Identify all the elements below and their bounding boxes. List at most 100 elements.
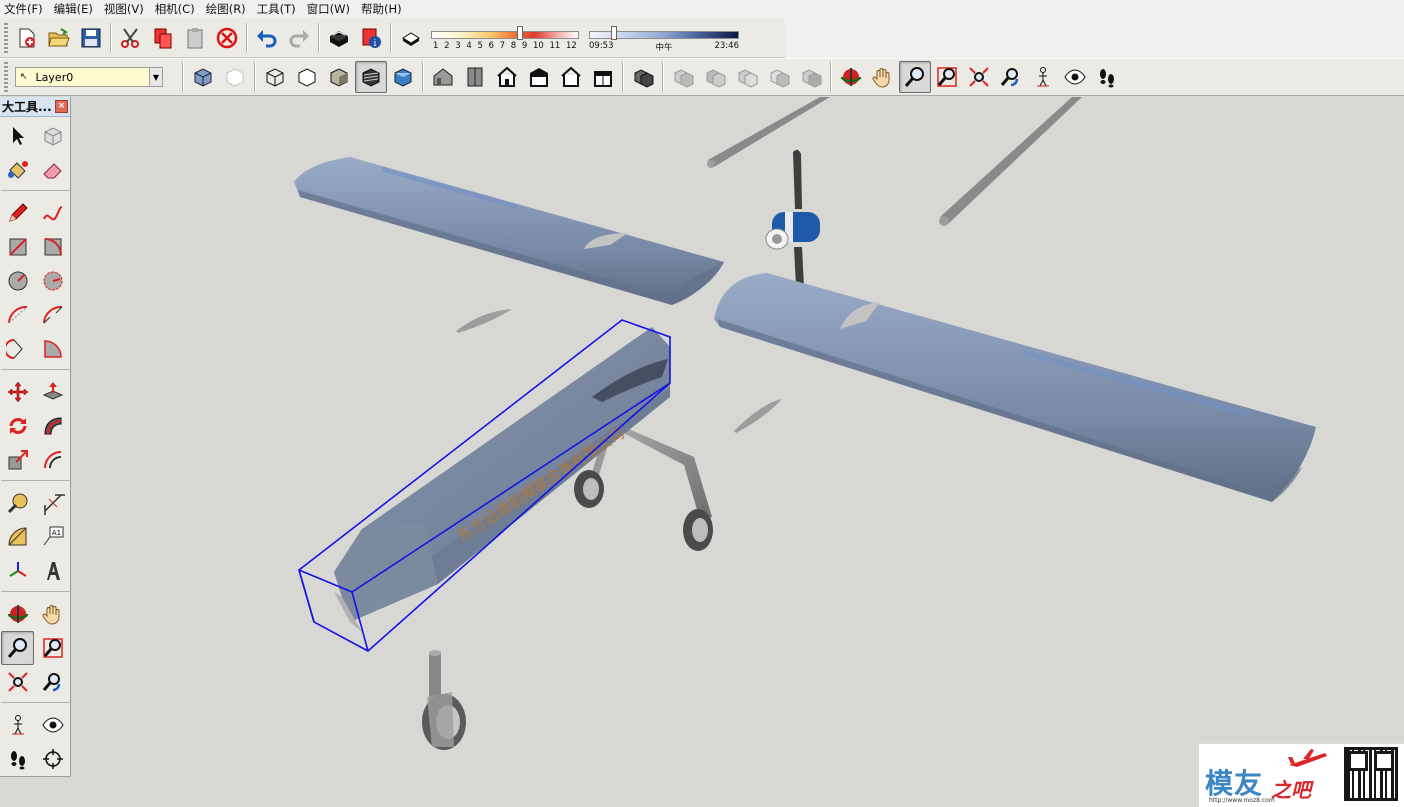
position-camera-tool[interactable] xyxy=(1,708,34,742)
previous-view-button[interactable] xyxy=(995,61,1027,93)
shaded-button[interactable] xyxy=(323,61,355,93)
menu-draw[interactable]: 绘图(R) xyxy=(202,0,253,18)
protractor-tool[interactable] xyxy=(1,520,34,554)
two-point-arc-tool[interactable] xyxy=(36,298,69,332)
layer-dropdown[interactable]: ↖ Layer0 ▼ xyxy=(15,67,163,87)
union-button[interactable] xyxy=(667,61,699,93)
3d-text-tool[interactable] xyxy=(36,554,69,588)
back-edges-button[interactable] xyxy=(219,61,251,93)
paint-bucket-icon xyxy=(7,161,28,179)
front-view-button[interactable] xyxy=(491,61,523,93)
wireframe-button[interactable] xyxy=(259,61,291,93)
left-view-button[interactable] xyxy=(587,61,619,93)
erase-button[interactable] xyxy=(211,22,243,54)
three-point-arc-tool[interactable] xyxy=(1,332,34,366)
look-around-tool[interactable] xyxy=(36,708,69,742)
split-button[interactable] xyxy=(795,61,827,93)
follow-me-tool[interactable] xyxy=(36,409,69,443)
xray-button[interactable] xyxy=(187,61,219,93)
look-around-button[interactable] xyxy=(1059,61,1091,93)
paste-button[interactable] xyxy=(179,22,211,54)
outer-shell-button[interactable] xyxy=(627,61,659,93)
hidden-line-button[interactable] xyxy=(291,61,323,93)
copy-button[interactable] xyxy=(147,22,179,54)
offset-tool[interactable] xyxy=(36,443,69,477)
menu-file[interactable]: 文件(F) xyxy=(0,0,50,18)
circle-tool[interactable] xyxy=(1,264,34,298)
print-button[interactable] xyxy=(323,22,355,54)
menu-edit[interactable]: 编辑(E) xyxy=(50,0,100,18)
paint-bucket-tool[interactable] xyxy=(1,153,34,187)
right-view-button[interactable] xyxy=(523,61,555,93)
zoom-extents-tool[interactable] xyxy=(1,665,34,699)
toolbar-grip[interactable] xyxy=(4,62,8,92)
back-view-button[interactable] xyxy=(555,61,587,93)
zoom-window-tool[interactable] xyxy=(36,631,69,665)
eye-icon xyxy=(41,717,64,733)
section-plane-icon xyxy=(42,749,63,769)
palette-titlebar[interactable]: 大工具... × xyxy=(0,97,70,117)
orbit-button[interactable] xyxy=(835,61,867,93)
pan-button[interactable] xyxy=(867,61,899,93)
position-camera-button[interactable] xyxy=(1027,61,1059,93)
dimension-tool[interactable] xyxy=(36,486,69,520)
zoom-extents-button[interactable] xyxy=(963,61,995,93)
section-plane-tool[interactable] xyxy=(36,742,69,776)
zoom-window-button[interactable] xyxy=(931,61,963,93)
scale-tool[interactable] xyxy=(1,443,34,477)
zoom-tool[interactable] xyxy=(1,631,34,665)
make-component-tool[interactable] xyxy=(36,119,69,153)
move-tool[interactable] xyxy=(1,375,34,409)
toolbar-grip[interactable] xyxy=(4,22,8,53)
menu-camera[interactable]: 相机(C) xyxy=(151,0,202,18)
rotated-rectangle-tool[interactable] xyxy=(36,230,69,264)
menu-window[interactable]: 窗口(W) xyxy=(303,0,357,18)
model-info-button[interactable]: i xyxy=(355,22,387,54)
line-tool[interactable] xyxy=(1,196,34,230)
text-tool[interactable]: A1 xyxy=(36,520,69,554)
shaded-textures-button[interactable] xyxy=(355,61,387,93)
shadow-toggle-button[interactable] xyxy=(395,22,427,54)
save-button[interactable] xyxy=(75,22,107,54)
pie-tool[interactable] xyxy=(36,332,69,366)
redo-button[interactable] xyxy=(283,22,315,54)
axes-tool[interactable] xyxy=(1,554,34,588)
cut-button[interactable] xyxy=(115,22,147,54)
month-slider-thumb[interactable] xyxy=(517,25,523,40)
pan-tool[interactable] xyxy=(36,597,69,631)
zoom-button[interactable] xyxy=(899,61,931,93)
modeling-viewport[interactable]: 东方泌道航模联合体有限公司 xyxy=(72,97,1404,807)
time-slider-thumb[interactable] xyxy=(611,25,617,40)
polygon-tool[interactable] xyxy=(36,264,69,298)
monochrome-button[interactable] xyxy=(387,61,419,93)
intersect-button[interactable] xyxy=(763,61,795,93)
freehand-tool[interactable] xyxy=(36,196,69,230)
month-slider[interactable]: 1 2 3 4 5 6 7 8 9 10 11 12 xyxy=(431,21,579,51)
subtract-button[interactable] xyxy=(699,61,731,93)
walk-button[interactable] xyxy=(1091,61,1123,93)
rotate-tool[interactable] xyxy=(1,409,34,443)
previous-view-tool[interactable] xyxy=(36,665,69,699)
tape-measure-tool[interactable] xyxy=(1,486,34,520)
month-label: 8 xyxy=(510,40,517,51)
menu-tools[interactable]: 工具(T) xyxy=(253,0,303,18)
menu-help[interactable]: 帮助(H) xyxy=(357,0,409,18)
eraser-tool[interactable] xyxy=(36,153,69,187)
time-slider[interactable]: 09:53 中午 23:46 xyxy=(589,21,739,53)
iso-view-button[interactable] xyxy=(427,61,459,93)
undo-button[interactable] xyxy=(251,22,283,54)
new-file-button[interactable] xyxy=(11,22,43,54)
open-button[interactable] xyxy=(43,22,75,54)
menu-view[interactable]: 视图(V) xyxy=(100,0,151,18)
close-icon[interactable]: × xyxy=(55,100,68,113)
top-view-button[interactable] xyxy=(459,61,491,93)
arc-tool[interactable] xyxy=(1,298,34,332)
orbit-tool[interactable] xyxy=(1,597,34,631)
push-pull-tool[interactable] xyxy=(36,375,69,409)
chevron-down-icon[interactable]: ▼ xyxy=(149,68,162,86)
trim-button[interactable] xyxy=(731,61,763,93)
select-tool[interactable] xyxy=(1,119,34,153)
rectangle-tool[interactable] xyxy=(1,230,34,264)
walk-tool[interactable] xyxy=(1,742,34,776)
arrow-cursor-icon: ↖ xyxy=(20,72,28,82)
